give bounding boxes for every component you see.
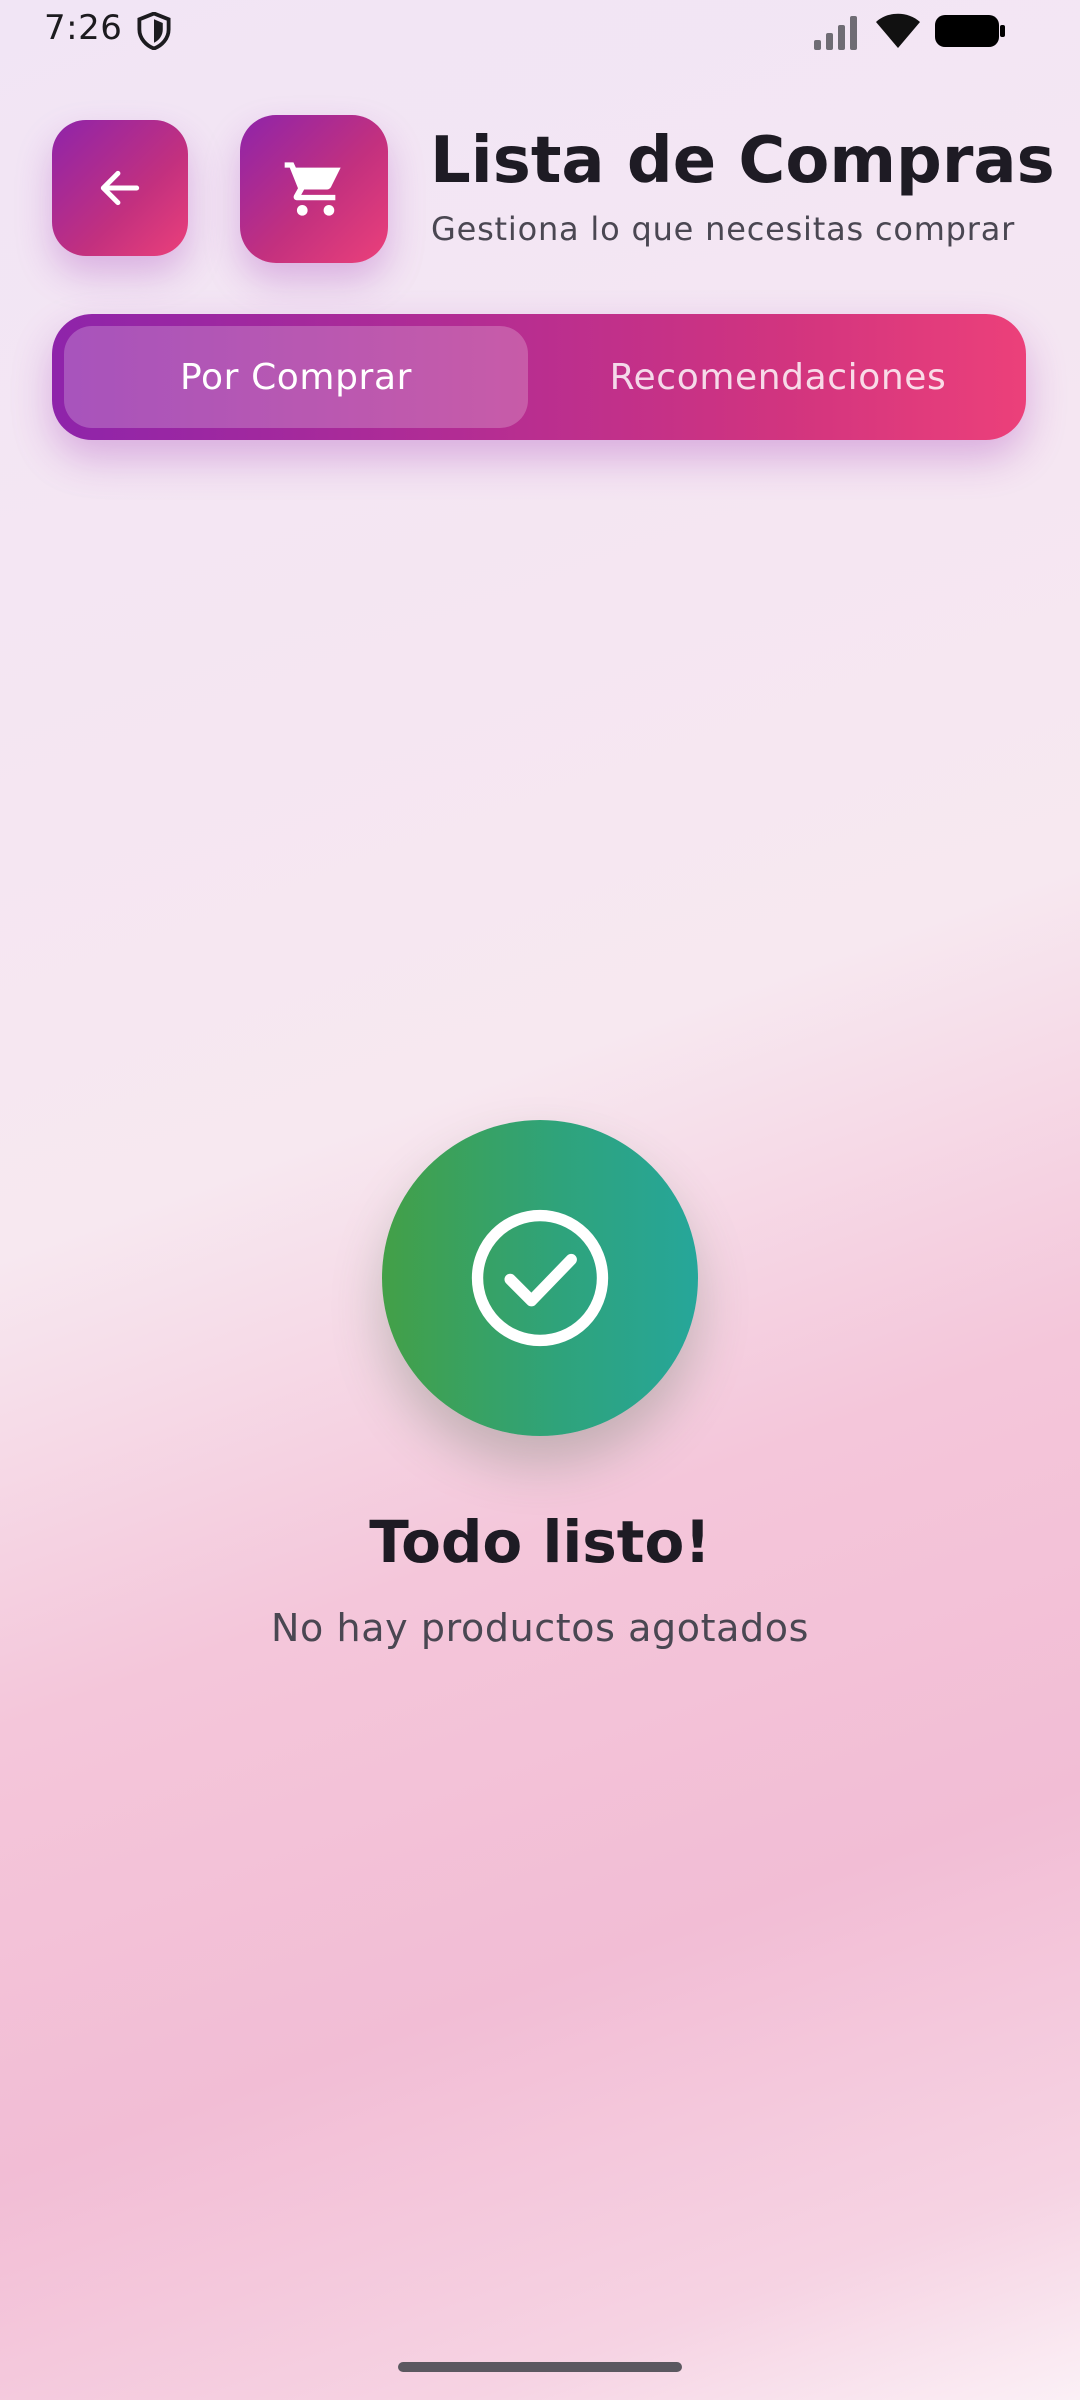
wifi-icon [876,13,920,48]
shield-icon [137,12,171,50]
success-badge [382,1120,698,1436]
home-gesture-bar[interactable] [398,2362,682,2372]
tab-por-comprar[interactable]: Por Comprar [64,326,528,428]
check-circle-icon [471,1209,609,1347]
status-bar: 7:26 [0,0,1080,64]
signal-icon [814,16,857,50]
empty-state-message: No hay productos agotados [271,1606,809,1650]
tab-bar: Por Comprar Recomendaciones [52,314,1026,440]
back-button[interactable] [52,120,188,256]
tab-recomendaciones[interactable]: Recomendaciones [542,326,1014,428]
page-subtitle: Gestiona lo que necesitas comprar [431,210,1016,248]
shopping-list-screen: 7:26 Lista de Compras Gestiona lo que ne… [0,0,1080,2400]
status-time: 7:26 [44,8,123,48]
empty-state-title: Todo listo! [369,1508,711,1576]
arrow-left-icon [100,170,140,206]
shopping-cart-icon [284,162,341,216]
battery-icon [935,15,1005,47]
page-title: Lista de Compras [430,124,1055,198]
shopping-cart-badge [240,115,388,263]
